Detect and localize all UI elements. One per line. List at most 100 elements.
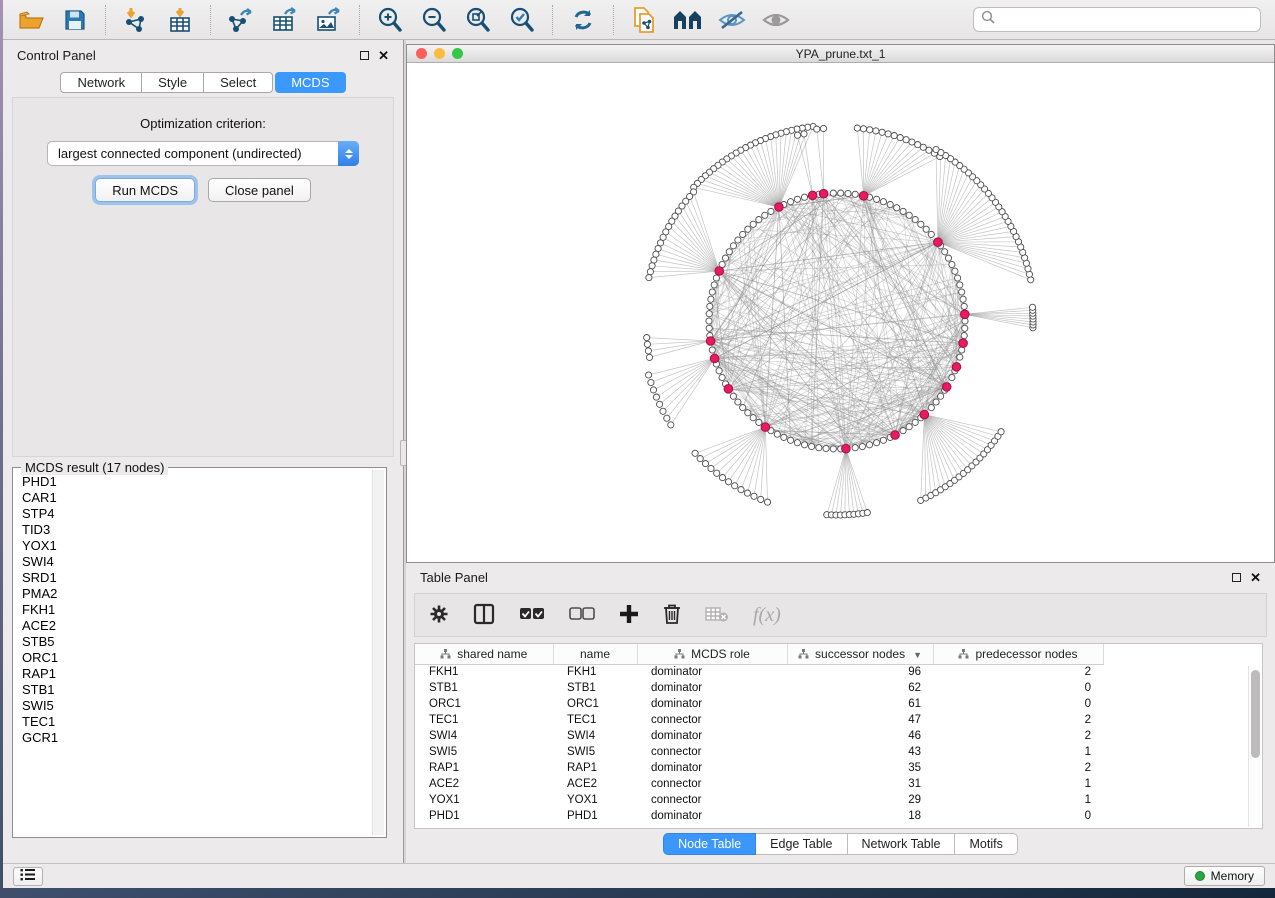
- open-file-button[interactable]: [12, 4, 50, 36]
- table-row[interactable]: TEC1TEC1connector472: [415, 712, 1103, 728]
- table-settings-button[interactable]: [429, 604, 449, 627]
- mcds-result-item[interactable]: STB1: [15, 682, 370, 698]
- table-cell[interactable]: TEC1: [415, 712, 553, 728]
- table-cell[interactable]: SWI4: [553, 728, 637, 744]
- export-table-button[interactable]: [266, 4, 304, 36]
- table-cell[interactable]: 0: [933, 680, 1103, 696]
- mcds-result-item[interactable]: TID3: [15, 522, 370, 538]
- mcds-result-item[interactable]: ORC1: [15, 650, 370, 666]
- zoom-fit-button[interactable]: [459, 4, 497, 36]
- zoom-in-button[interactable]: [371, 4, 409, 36]
- table-cell[interactable]: dominator: [637, 680, 787, 696]
- network-titlebar[interactable]: YPA_prune.txt_1: [407, 45, 1274, 63]
- mcds-result-item[interactable]: YOX1: [15, 538, 370, 554]
- table-cell[interactable]: ACE2: [553, 776, 637, 792]
- mcds-result-item[interactable]: CAR1: [15, 490, 370, 506]
- table-cell[interactable]: ORC1: [415, 696, 553, 712]
- show-all-button[interactable]: [757, 4, 795, 36]
- float-table-panel-icon[interactable]: [1232, 573, 1241, 582]
- column-header-MCDS-role[interactable]: MCDS role: [637, 644, 787, 664]
- table-cell[interactable]: 46: [787, 728, 933, 744]
- table-cell[interactable]: PHD1: [553, 808, 637, 824]
- table-cell[interactable]: SWI4: [415, 728, 553, 744]
- mcds-result-item[interactable]: SWI4: [15, 554, 370, 570]
- mcds-result-item[interactable]: SWI5: [15, 698, 370, 714]
- refresh-view-button[interactable]: [564, 4, 602, 36]
- first-neighbors-button[interactable]: [669, 4, 707, 36]
- tab-motifs[interactable]: Motifs: [955, 833, 1017, 855]
- table-cell[interactable]: dominator: [637, 760, 787, 776]
- table-cell[interactable]: ORC1: [553, 696, 637, 712]
- table-cell[interactable]: connector: [637, 712, 787, 728]
- table-cell[interactable]: 0: [933, 696, 1103, 712]
- table-cell[interactable]: FKH1: [553, 664, 637, 680]
- mcds-result-item[interactable]: SRD1: [15, 570, 370, 586]
- table-cell[interactable]: YOX1: [553, 792, 637, 808]
- tab-edge-table[interactable]: Edge Table: [756, 833, 847, 855]
- table-cell[interactable]: SWI5: [553, 744, 637, 760]
- column-header-successor-nodes[interactable]: successor nodes▼: [787, 644, 933, 664]
- search-input[interactable]: [1000, 13, 1253, 27]
- column-header-shared-name[interactable]: shared name: [415, 644, 553, 664]
- table-row[interactable]: ORC1ORC1dominator610: [415, 696, 1103, 712]
- table-cell[interactable]: connector: [637, 744, 787, 760]
- import-network-button[interactable]: [117, 4, 155, 36]
- table-cell[interactable]: 1: [933, 792, 1103, 808]
- table-scrollbar[interactable]: [1248, 666, 1261, 827]
- table-cell[interactable]: 43: [787, 744, 933, 760]
- function-builder-button[interactable]: f(x): [753, 604, 781, 627]
- mcds-result-item[interactable]: ACE2: [15, 618, 370, 634]
- tab-style[interactable]: Style: [142, 72, 204, 93]
- tab-select[interactable]: Select: [204, 72, 273, 93]
- memory-button[interactable]: Memory: [1184, 866, 1265, 886]
- table-scrollbar-thumb[interactable]: [1251, 670, 1260, 758]
- table-cell[interactable]: 96: [787, 664, 933, 680]
- mcds-result-item[interactable]: PMA2: [15, 586, 370, 602]
- table-cell[interactable]: 2: [933, 728, 1103, 744]
- duplicate-network-button[interactable]: [625, 4, 663, 36]
- close-panel-icon[interactable]: ✕: [378, 51, 389, 60]
- delete-column-button[interactable]: [663, 603, 681, 627]
- mcds-result-item[interactable]: FKH1: [15, 602, 370, 618]
- tab-node-table[interactable]: Node Table: [663, 833, 756, 855]
- table-cell[interactable]: dominator: [637, 696, 787, 712]
- table-row[interactable]: STB1STB1dominator620: [415, 680, 1103, 696]
- export-network-button[interactable]: [222, 4, 260, 36]
- close-panel-button[interactable]: Close panel: [208, 178, 311, 202]
- mcds-result-scrollbar[interactable]: [372, 470, 384, 835]
- table-row[interactable]: SWI5SWI5connector431: [415, 744, 1103, 760]
- table-cell[interactable]: 1: [933, 744, 1103, 760]
- deselect-all-button[interactable]: [569, 607, 595, 623]
- close-table-panel-icon[interactable]: ✕: [1250, 573, 1261, 582]
- column-header-name[interactable]: name: [553, 644, 637, 664]
- table-cell[interactable]: 2: [933, 712, 1103, 728]
- table-cell[interactable]: dominator: [637, 808, 787, 824]
- tab-network-table[interactable]: Network Table: [848, 833, 956, 855]
- table-row[interactable]: FKH1FKH1dominator962: [415, 664, 1103, 680]
- table-row[interactable]: YOX1YOX1connector291: [415, 792, 1103, 808]
- table-cell[interactable]: PHD1: [415, 808, 553, 824]
- save-button[interactable]: [56, 4, 94, 36]
- mcds-result-item[interactable]: TEC1: [15, 714, 370, 730]
- table-cell[interactable]: 2: [933, 760, 1103, 776]
- zoom-out-button[interactable]: [415, 4, 453, 36]
- mcds-result-item[interactable]: RAP1: [15, 666, 370, 682]
- add-column-button[interactable]: [619, 604, 639, 627]
- table-cell[interactable]: 29: [787, 792, 933, 808]
- zoom-selected-button[interactable]: [503, 4, 541, 36]
- criterion-select[interactable]: largest connected component (undirected): [47, 141, 359, 166]
- mcds-result-item[interactable]: GCR1: [15, 730, 370, 746]
- table-cell[interactable]: 18: [787, 808, 933, 824]
- table-cell[interactable]: YOX1: [415, 792, 553, 808]
- export-image-button[interactable]: [310, 4, 348, 36]
- table-cell[interactable]: 35: [787, 760, 933, 776]
- table-cell[interactable]: ACE2: [415, 776, 553, 792]
- table-cell[interactable]: 47: [787, 712, 933, 728]
- mcds-result-item[interactable]: STB5: [15, 634, 370, 650]
- task-history-button[interactable]: [13, 867, 43, 886]
- table-cell[interactable]: 2: [933, 664, 1103, 680]
- tab-network[interactable]: Network: [60, 72, 142, 93]
- table-cell[interactable]: 1: [933, 776, 1103, 792]
- float-panel-icon[interactable]: [360, 51, 369, 60]
- table-cell[interactable]: dominator: [637, 728, 787, 744]
